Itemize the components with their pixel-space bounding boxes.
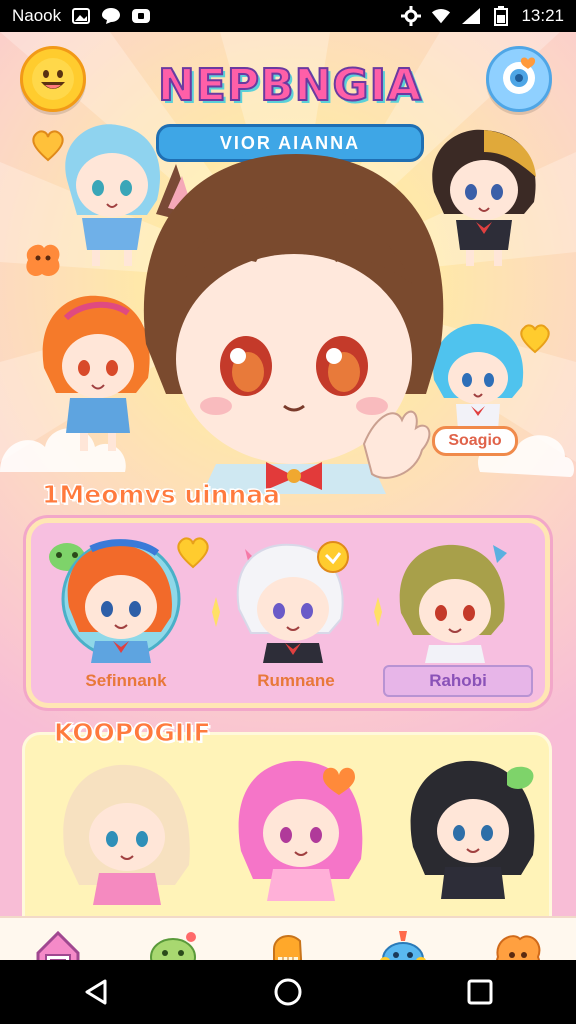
character-name-label: Sefinnank [85, 671, 167, 690]
cookie-mascot-icon [496, 935, 541, 960]
system-navigation-bar [0, 960, 576, 1024]
app-notification-icon [131, 6, 151, 26]
badge-label-text: Soagio [448, 432, 502, 449]
heart-decoration-icon [32, 130, 64, 162]
nav-home[interactable] [26, 923, 90, 960]
character-card-2[interactable]: Rumnane [221, 537, 371, 697]
monster-icon [380, 931, 426, 960]
wifi-icon [431, 6, 451, 26]
piano-icon [272, 934, 303, 960]
cookie-mascot-decoration-icon [26, 244, 60, 277]
nav-friends[interactable] [141, 923, 205, 960]
status-right: 13:21 [401, 6, 564, 26]
section-title-1: 1Meomvs uinnaa [41, 480, 281, 510]
status-left: Naook [12, 6, 151, 26]
image-notification-icon [71, 6, 91, 26]
house-icon [36, 930, 80, 960]
status-bar: Naook 13:21 [0, 0, 576, 32]
character-avatar-pink-hair[interactable] [229, 751, 379, 911]
home-button[interactable] [258, 962, 318, 1022]
emoji-button[interactable] [20, 46, 86, 112]
recents-button[interactable] [450, 962, 510, 1022]
bottom-nav [0, 916, 576, 960]
character-card-1[interactable]: Sefinnank [51, 537, 201, 697]
nav-profile[interactable] [486, 923, 550, 960]
settings-gear-icon [401, 6, 422, 26]
section-title-2: KOOPOGIIF [54, 718, 212, 748]
chat-button[interactable] [486, 46, 552, 112]
character-name-label: Rahobi [383, 665, 533, 697]
character-avatar-black-hair[interactable] [401, 751, 551, 911]
heart-decoration-icon [520, 324, 550, 354]
clock-text: 13:21 [521, 6, 564, 25]
hero-character[interactable] [136, 144, 452, 494]
character-carousel-panel: Sefinnank Rumnane Rahobi [26, 518, 550, 708]
smiley-face-icon [32, 58, 74, 100]
back-button[interactable] [66, 962, 126, 1022]
character-avatar-olive-hair [399, 544, 507, 663]
carrier-text: Naook [12, 6, 62, 25]
battery-icon [491, 6, 511, 26]
back-triangle-icon [85, 979, 107, 1005]
signal-icon [461, 6, 481, 26]
character-card-3[interactable]: Rahobi [383, 537, 533, 697]
character-avatar-white-hair [236, 541, 349, 663]
chat-bubble-icon [503, 57, 536, 94]
character-name-label: Rumnane [257, 671, 335, 690]
character-avatar-blonde-hair[interactable] [55, 755, 205, 915]
nav-monsters[interactable] [371, 923, 435, 960]
message-notification-icon [101, 6, 121, 26]
frog-mascot-icon [149, 932, 196, 960]
app-title: NEPBNGIA [157, 59, 423, 112]
character-name-badge[interactable]: Soagio [432, 426, 518, 456]
home-circle-icon [274, 978, 302, 1006]
app-screen: NEPBNGIA VIOR AIANNA Soagio 1Meomvs uinn… [0, 32, 576, 960]
character-avatar-orange-hair [61, 539, 181, 663]
nav-music[interactable] [256, 923, 320, 960]
recents-square-icon [467, 979, 493, 1005]
